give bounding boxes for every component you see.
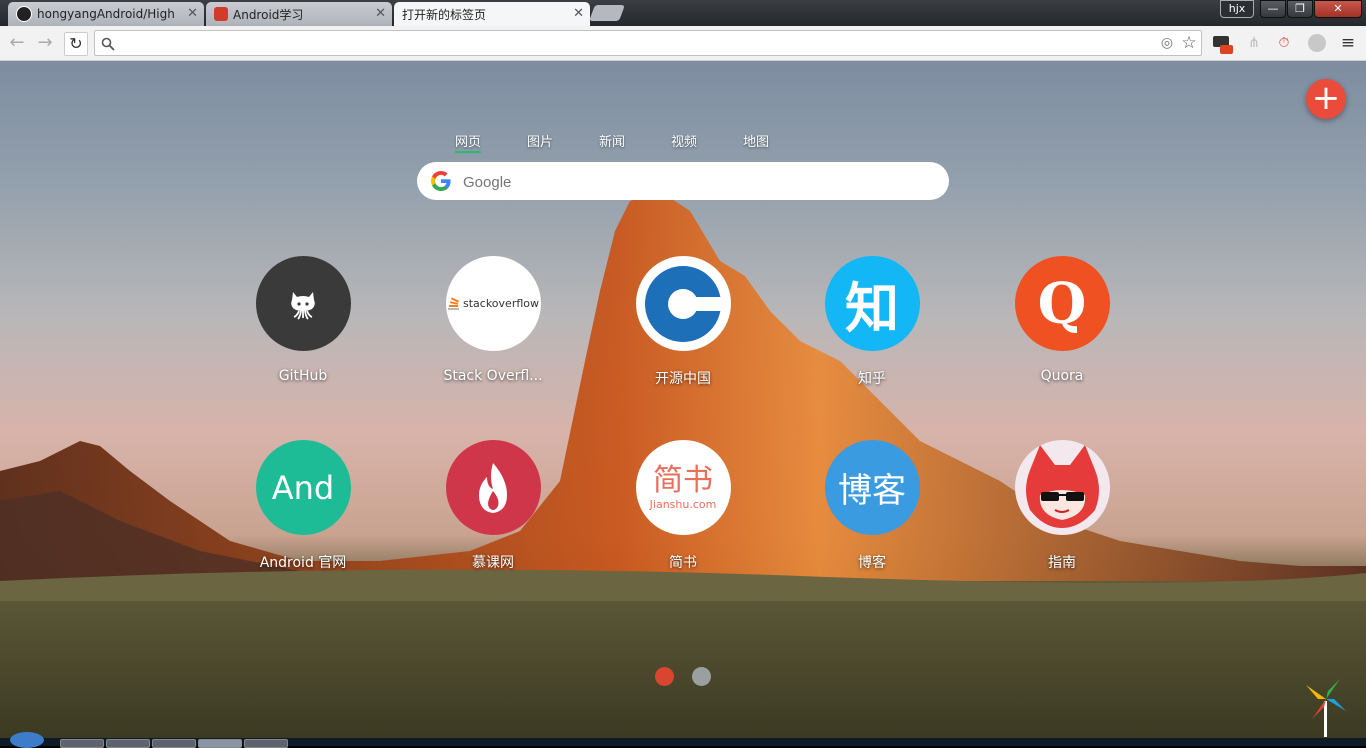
- shortcut-android[interactable]: And Android 官网: [228, 440, 378, 572]
- jianshu-wordmark: 简书: [653, 463, 713, 498]
- shortcut-zhihu[interactable]: 知 知乎: [797, 256, 947, 388]
- search-tab-images[interactable]: 图片: [527, 131, 553, 150]
- search-tab-videos[interactable]: 视频: [671, 131, 697, 150]
- tab-strip: hongyangAndroid/High ✕ Android学习 ✕ 打开新的标…: [0, 0, 1366, 26]
- search-category-tabs: 网页 图片 新闻 视频 地图: [440, 131, 800, 153]
- flame-icon: [445, 440, 541, 535]
- blog-text-icon: 博客: [824, 440, 920, 535]
- shortcut-label: 慕课网: [472, 555, 514, 571]
- extension-off-icon[interactable]: [1212, 33, 1233, 54]
- cartoon-fox-icon: [1014, 440, 1110, 535]
- github-favicon-icon: [16, 6, 32, 22]
- shortcut-label: Stack Overfl...: [443, 368, 543, 384]
- shortcut-blog[interactable]: 博客 博客: [797, 440, 947, 572]
- timer-extension-icon[interactable]: ⏱: [1274, 33, 1294, 53]
- shortcut-jianshu[interactable]: 简书 Jianshu.com 简书: [608, 440, 758, 572]
- taskbar-item[interactable]: [106, 739, 150, 748]
- google-search-box[interactable]: [417, 162, 949, 200]
- address-input[interactable]: [119, 33, 1163, 55]
- close-tab-icon[interactable]: ✕: [187, 6, 198, 21]
- shortcut-quora[interactable]: Q Quora: [987, 256, 1137, 384]
- shortcut-oschina[interactable]: 开源中国: [608, 256, 758, 388]
- google-logo-icon: [431, 171, 451, 191]
- shortcut-imooc[interactable]: 慕课网: [418, 440, 568, 572]
- profile-badge[interactable]: hjx: [1220, 0, 1254, 18]
- close-tab-icon[interactable]: ✕: [375, 6, 386, 21]
- taskbar-item[interactable]: [60, 739, 104, 748]
- reload-icon[interactable]: ↻: [64, 32, 88, 56]
- jianshu-logo-icon: 简书 Jianshu.com: [635, 440, 731, 535]
- menu-hamburger-icon[interactable]: ≡: [1338, 33, 1358, 53]
- shortcut-label: 知乎: [858, 371, 886, 387]
- tab-title: Android学习: [233, 7, 304, 22]
- search-tab-web[interactable]: 网页: [455, 131, 482, 153]
- browser-toolbar: ← → ↻ ◎ ☆ ⋔ ⏱ ≡: [0, 26, 1366, 61]
- close-tab-icon[interactable]: ✕: [573, 6, 584, 21]
- shortcut-stackoverflow[interactable]: stackoverflow Stack Overfl...: [418, 256, 568, 384]
- taskbar-item[interactable]: [152, 739, 196, 748]
- stackoverflow-wordmark: stackoverflow: [463, 297, 539, 310]
- new-tab-button[interactable]: [589, 5, 625, 21]
- close-window-button[interactable]: ✕: [1314, 0, 1362, 18]
- minimize-button[interactable]: —: [1260, 0, 1286, 18]
- bookmark-star-icon[interactable]: ☆: [1179, 33, 1199, 53]
- tab-android[interactable]: Android学习 ✕: [206, 2, 392, 26]
- gray-circle-extension-icon[interactable]: [1307, 33, 1327, 53]
- pinwheel-icon[interactable]: [1304, 677, 1348, 737]
- taskbar-item[interactable]: [244, 739, 288, 748]
- tab-new-tab[interactable]: 打开新的标签页 ✕: [394, 2, 590, 26]
- quora-logo-icon: Q: [1014, 256, 1110, 351]
- android-favicon-icon: [214, 7, 228, 21]
- stackoverflow-logo-icon: stackoverflow: [445, 256, 541, 351]
- shortcut-label: 指南: [1048, 555, 1076, 571]
- jianshu-domain: Jianshu.com: [649, 498, 717, 511]
- tab-title: 打开新的标签页: [402, 7, 487, 22]
- shortcut-guide[interactable]: 指南: [987, 440, 1137, 572]
- github-octocat-icon: [255, 256, 351, 351]
- forward-arrow-icon[interactable]: →: [34, 32, 56, 54]
- restore-button[interactable]: ❐: [1287, 0, 1313, 18]
- shortcut-label: Android 官网: [259, 555, 347, 571]
- add-shortcut-button[interactable]: +: [1306, 79, 1346, 119]
- shortcut-github[interactable]: GitHub: [228, 256, 378, 384]
- shortcut-label: GitHub: [278, 368, 328, 384]
- os-taskbar: [0, 732, 1366, 748]
- tab-title: hongyangAndroid/High: [37, 7, 175, 21]
- android-text-icon: And: [255, 440, 351, 535]
- shortcut-label: 简书: [669, 555, 697, 571]
- zhihu-logo-icon: 知: [824, 256, 920, 351]
- oschina-logo-icon: [635, 256, 731, 351]
- shortcut-label: 博客: [858, 555, 886, 571]
- location-target-icon[interactable]: ◎: [1157, 33, 1177, 53]
- back-arrow-icon[interactable]: ←: [6, 32, 28, 54]
- search-input[interactable]: [461, 170, 935, 194]
- search-tab-news[interactable]: 新闻: [599, 131, 625, 150]
- sitemap-extension-icon[interactable]: ⋔: [1244, 33, 1264, 53]
- taskbar-item[interactable]: [198, 739, 242, 748]
- shortcut-label: Quora: [1040, 368, 1084, 384]
- page-dot-1[interactable]: [655, 667, 674, 686]
- search-tab-maps[interactable]: 地图: [743, 131, 769, 150]
- tab-github[interactable]: hongyangAndroid/High ✕: [8, 2, 204, 26]
- new-tab-page: + 网页 图片 新闻 视频 地图 GitHub stackoverflow: [0, 61, 1366, 738]
- shortcut-label: 开源中国: [655, 371, 711, 387]
- search-icon: [101, 37, 115, 51]
- address-bar[interactable]: ◎ ☆: [94, 30, 1202, 56]
- page-dot-2[interactable]: [692, 667, 711, 686]
